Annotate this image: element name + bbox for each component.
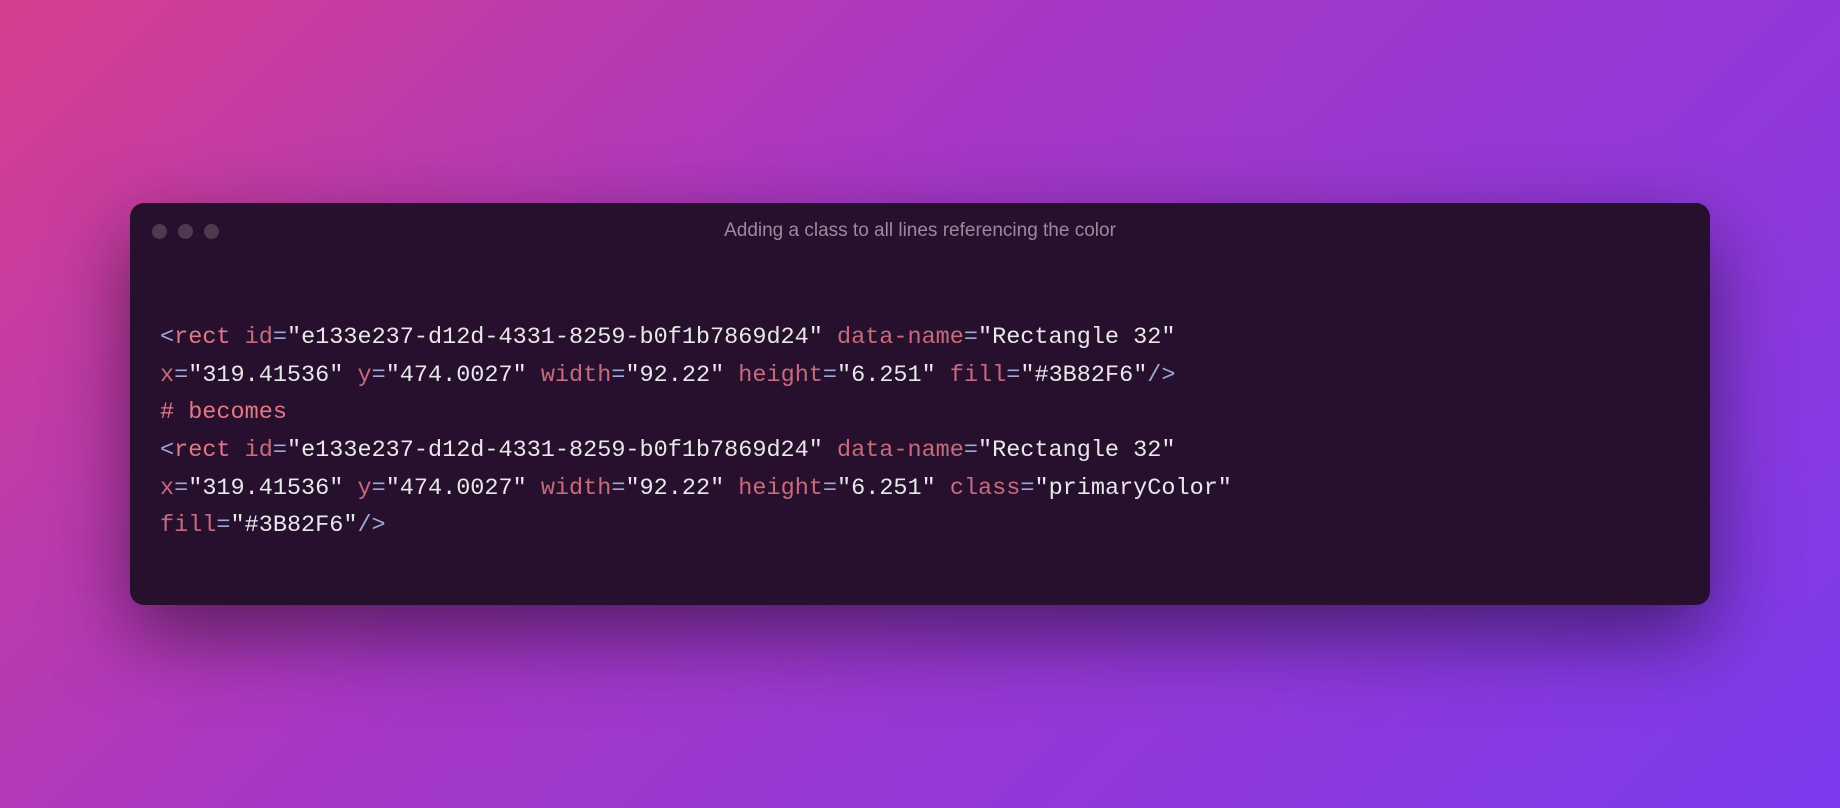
code-line: fill="#3B82F6"/> [160, 507, 1680, 545]
code-block: <rect id="e133e237-d12d-4331-8259-b0f1b7… [130, 259, 1710, 605]
attr-name: fill [160, 512, 216, 539]
attr-value: "primaryColor" [1034, 475, 1231, 502]
window-title: Adding a class to all lines referencing … [724, 220, 1116, 242]
attr-name: height [738, 475, 823, 502]
attr-name: data-name [837, 437, 964, 464]
code-window: Adding a class to all lines referencing … [130, 203, 1710, 605]
attr-value: "e133e237-d12d-4331-8259-b0f1b7869d24" [287, 324, 823, 351]
attr-name: data-name [837, 324, 964, 351]
comment: # becomes [160, 399, 287, 426]
attr-value: "Rectangle 32" [978, 437, 1175, 464]
equals: = [174, 475, 188, 502]
code-line: x="319.41536" y="474.0027" width="92.22"… [160, 357, 1680, 395]
attr-name: y [357, 362, 371, 389]
attr-value: "92.22" [625, 475, 724, 502]
angle-bracket: < [160, 437, 174, 464]
equals: = [273, 437, 287, 464]
tag-name: rect [174, 324, 230, 351]
equals: = [823, 362, 837, 389]
equals: = [611, 475, 625, 502]
equals: = [216, 512, 230, 539]
equals: = [964, 437, 978, 464]
attr-name: width [541, 475, 612, 502]
code-line: <rect id="e133e237-d12d-4331-8259-b0f1b7… [160, 432, 1680, 470]
attr-name: fill [950, 362, 1006, 389]
equals: = [372, 362, 386, 389]
attr-name: x [160, 362, 174, 389]
window-titlebar: Adding a class to all lines referencing … [130, 203, 1710, 259]
attr-name: width [541, 362, 612, 389]
angle-bracket: /> [357, 512, 385, 539]
attr-value: "e133e237-d12d-4331-8259-b0f1b7869d24" [287, 437, 823, 464]
code-line: <rect id="e133e237-d12d-4331-8259-b0f1b7… [160, 319, 1680, 357]
attr-name: height [738, 362, 823, 389]
attr-value: "92.22" [625, 362, 724, 389]
attr-value: "474.0027" [386, 362, 527, 389]
attr-value: "319.41536" [188, 475, 343, 502]
attr-value: "6.251" [837, 362, 936, 389]
attr-value: "474.0027" [386, 475, 527, 502]
equals: = [174, 362, 188, 389]
attr-value: "#3B82F6" [231, 512, 358, 539]
equals: = [611, 362, 625, 389]
equals: = [1006, 362, 1020, 389]
traffic-lights [152, 224, 219, 239]
attr-name: y [357, 475, 371, 502]
close-icon[interactable] [152, 224, 167, 239]
equals: = [823, 475, 837, 502]
attr-value: "Rectangle 32" [978, 324, 1175, 351]
code-line: # becomes [160, 394, 1680, 432]
attr-name: class [950, 475, 1021, 502]
equals: = [964, 324, 978, 351]
attr-name: id [245, 324, 273, 351]
attr-name: id [245, 437, 273, 464]
tag-name: rect [174, 437, 230, 464]
maximize-icon[interactable] [204, 224, 219, 239]
attr-value: "319.41536" [188, 362, 343, 389]
attr-value: "#3B82F6" [1020, 362, 1147, 389]
equals: = [273, 324, 287, 351]
angle-bracket: < [160, 324, 174, 351]
equals: = [372, 475, 386, 502]
attr-name: x [160, 475, 174, 502]
equals: = [1020, 475, 1034, 502]
angle-bracket: /> [1147, 362, 1175, 389]
code-line: x="319.41536" y="474.0027" width="92.22"… [160, 470, 1680, 508]
attr-value: "6.251" [837, 475, 936, 502]
minimize-icon[interactable] [178, 224, 193, 239]
